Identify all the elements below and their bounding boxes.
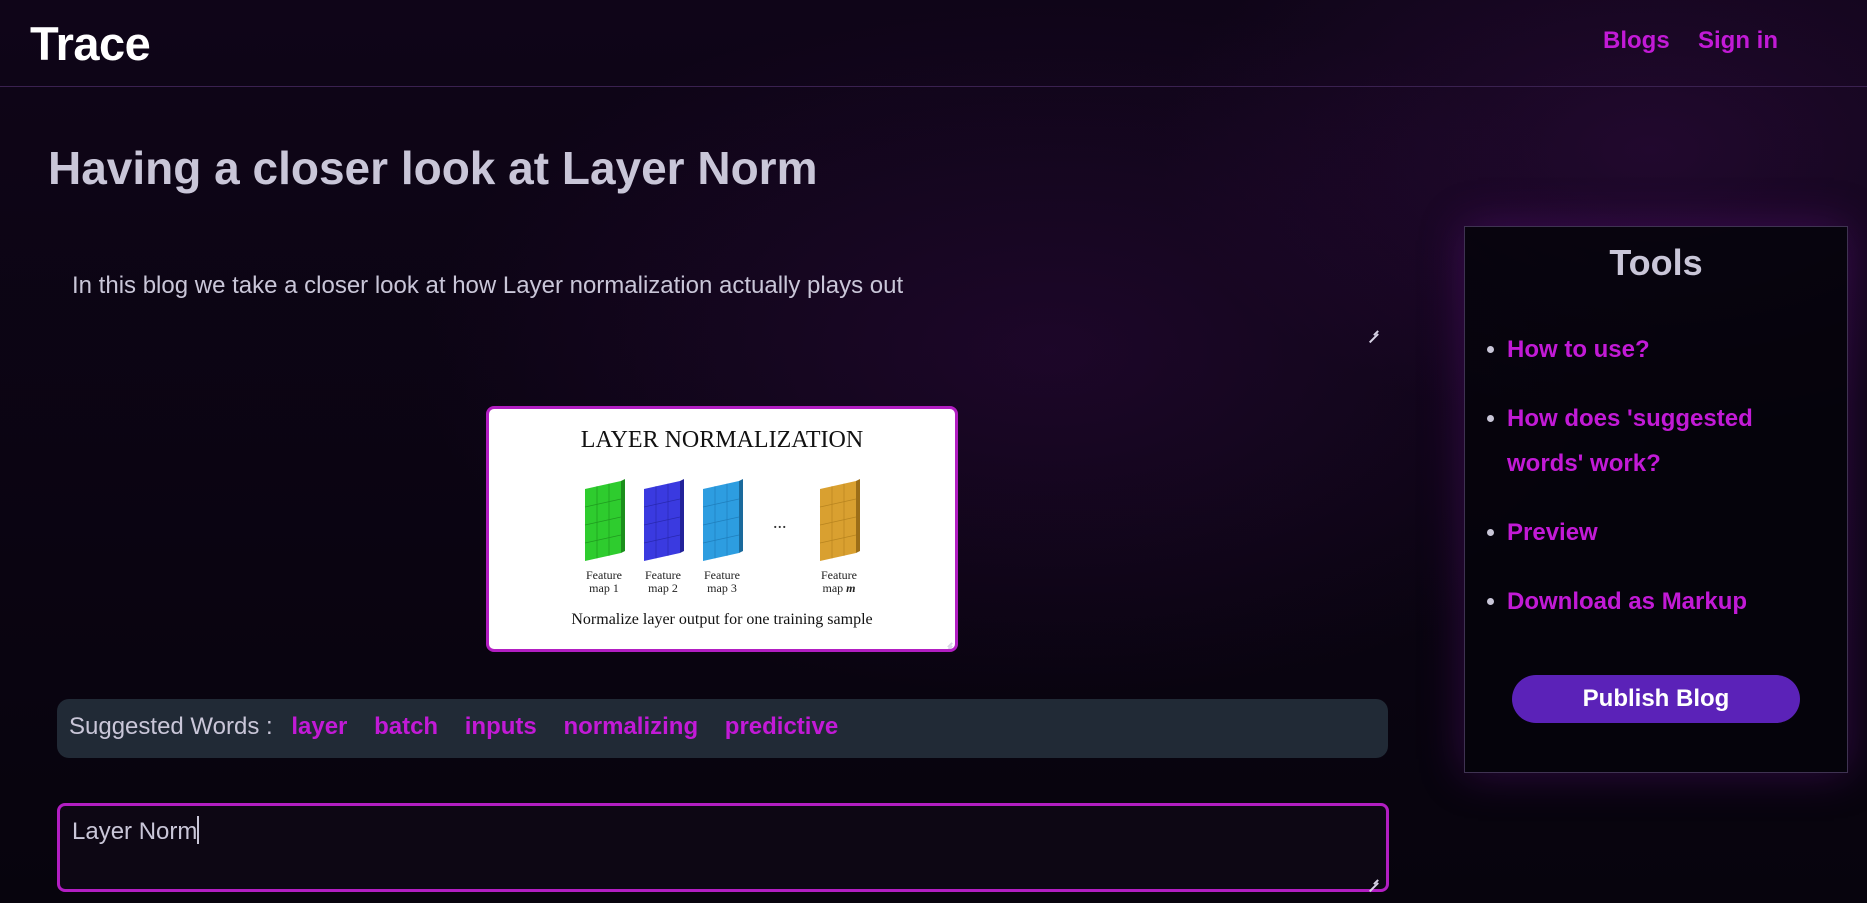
resize-handle-icon[interactable] [1368,873,1378,883]
figure-image[interactable]: LAYER NORMALIZATION ... Feature map 1 Fea… [486,406,958,652]
tools-link-download-markup[interactable]: Download as Markup [1507,588,1747,615]
nav-link-sign-in[interactable]: Sign in [1698,27,1778,55]
blog-title-input[interactable] [48,138,1368,198]
tools-item-suggested-words-help: How does 'suggested words' work? [1485,396,1825,486]
tools-title: Tools [1609,242,1703,283]
resize-handle-icon[interactable] [942,636,952,646]
nav-link-blogs[interactable]: Blogs [1603,27,1670,55]
suggested-word-predictive[interactable]: predictive [725,713,838,740]
tools-link-preview[interactable]: Preview [1507,519,1598,546]
summary-text: In this blog we take a closer look at ho… [72,272,904,299]
feature-map-m-icon [819,479,860,561]
tools-item-download-markup: Download as Markup [1485,579,1825,624]
figure-caption: Normalize layer output for one training … [571,611,873,628]
resize-handle-icon[interactable] [1368,324,1378,334]
brand-logo[interactable]: Trace [30,16,151,71]
tools-item-how-to-use: How to use? [1485,327,1825,372]
suggested-word-batch[interactable]: batch [374,713,438,740]
tools-panel: Tools How to use? How does 'suggested wo… [1464,226,1848,773]
navbar: Trace Blogs Sign in [0,0,1867,87]
tools-item-preview: Preview [1485,510,1825,555]
text-caret [197,816,199,844]
blog-content-textarea[interactable]: Layer Norm [57,803,1389,892]
summary-textarea[interactable]: In this blog we take a closer look at ho… [56,262,1386,340]
tools-list: How to use? How does 'suggested words' w… [1485,327,1825,648]
tools-link-how-to-use[interactable]: How to use? [1507,336,1650,363]
feature-map-2-icon [643,479,684,561]
figure-title: LAYER NORMALIZATION [580,427,864,453]
feature-map-3-icon [702,479,743,561]
tools-link-suggested-words-help[interactable]: How does 'suggested words' work? [1507,405,1753,477]
suggested-word-normalizing[interactable]: normalizing [563,713,698,740]
feature-map-label: Feature map m [821,568,857,595]
suggested-words-bar: Suggested Words : layer batch inputs nor… [57,699,1388,758]
feature-map-label: Feature map 3 [704,568,740,595]
publish-blog-button[interactable]: Publish Blog [1512,675,1800,723]
suggested-word-inputs[interactable]: inputs [465,713,537,740]
suggested-word-layer[interactable]: layer [291,713,347,740]
suggested-words-label: Suggested Words : [69,713,273,740]
feature-map-1-icon [584,479,625,561]
content-text: Layer Norm [72,818,198,845]
ellipsis: ... [773,512,787,532]
